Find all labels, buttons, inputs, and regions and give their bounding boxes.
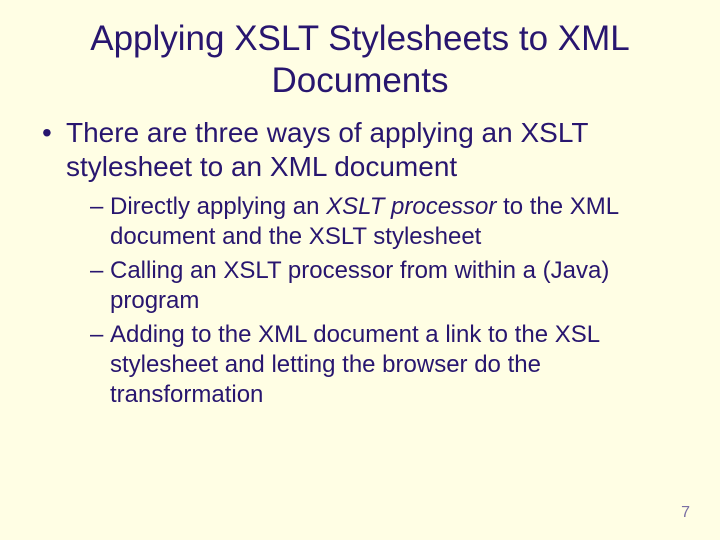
lvl1-text: There are three ways of applying an XSLT…: [66, 117, 588, 182]
lvl2-emphasized: XSLT processor: [326, 193, 496, 220]
slide-title: Applying XSLT Stylesheets to XML Documen…: [24, 18, 696, 102]
list-item: Calling an XSLT processor from within a …: [90, 256, 688, 316]
bullet-list-level2: Directly applying an XSLT processor to t…: [66, 192, 688, 410]
page-number: 7: [681, 504, 690, 522]
list-item: There are three ways of applying an XSLT…: [42, 116, 688, 410]
slide-body: Applying XSLT Stylesheets to XML Documen…: [0, 0, 720, 410]
bullet-list-level1: There are three ways of applying an XSLT…: [24, 116, 696, 410]
lvl2-text-part: Directly applying an: [110, 193, 326, 220]
lvl2-text: Calling an XSLT processor from within a …: [110, 257, 609, 314]
list-item: Directly applying an XSLT processor to t…: [90, 192, 688, 252]
lvl2-text: Adding to the XML document a link to the…: [110, 321, 599, 408]
list-item: Adding to the XML document a link to the…: [90, 320, 688, 410]
